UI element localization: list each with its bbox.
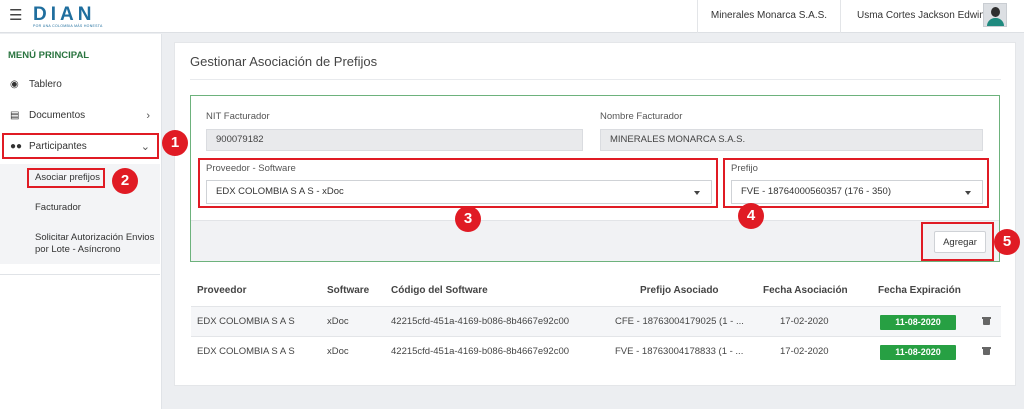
hamburger-menu-icon[interactable]: ☰ <box>9 8 22 24</box>
nit-field: 900079182 <box>206 129 583 151</box>
avatar[interactable] <box>983 3 1007 27</box>
annotation-box-prefijo <box>723 158 989 208</box>
nombre-field: MINERALES MONARCA S.A.S. <box>600 129 983 151</box>
cell-proveedor: EDX COLOMBIA S A S <box>197 346 295 357</box>
column-header-fecha-asociacion[interactable]: Fecha Asociación <box>763 276 848 306</box>
nombre-label: Nombre Facturador <box>600 111 683 122</box>
column-header-software[interactable]: Software <box>327 276 369 306</box>
inbox-icon: ▤ <box>10 110 20 121</box>
sidebar-item-documentos[interactable]: ▤ Documentos › <box>0 104 160 128</box>
trash-icon[interactable] <box>982 347 991 355</box>
annotation-box-proveedor <box>198 158 718 208</box>
annotation-marker-4: 4 <box>738 203 764 229</box>
logo-text: DIAN <box>33 4 96 25</box>
column-header-fecha-expiracion[interactable]: Fecha Expiración <box>878 276 961 306</box>
trash-icon[interactable] <box>982 317 991 325</box>
cell-software: xDoc <box>327 346 349 357</box>
cell-codigo: 42215cfd-451a-4169-b086-8b4667e92c00 <box>391 316 570 327</box>
company-name[interactable]: Minerales Monarca S.A.S. <box>697 0 840 33</box>
column-header-prefijo[interactable]: Prefijo Asociado <box>640 276 719 306</box>
menu-title: MENÚ PRINCIPAL <box>8 50 90 61</box>
title-divider <box>190 79 1001 80</box>
top-bar: ☰ DIAN POR UNA COLOMBIA MÁS HONESTA Mine… <box>0 0 1024 33</box>
main-card: Gestionar Asociación de Prefijos NIT Fac… <box>174 42 1016 386</box>
cell-prefijo: CFE - 18763004179025 (1 - ... <box>615 316 744 327</box>
dashboard-icon: ◉ <box>10 79 19 90</box>
sidebar: MENÚ PRINCIPAL ◉ Tablero ▤ Documentos › … <box>0 34 162 409</box>
sidebar-subitem-facturador[interactable]: Facturador <box>35 202 81 214</box>
sidebar-item-label: Tablero <box>29 79 62 90</box>
column-header-codigo[interactable]: Código del Software <box>391 276 488 306</box>
logo-subtitle: POR UNA COLOMBIA MÁS HONESTA <box>33 24 103 28</box>
cell-prefijo: FVE - 18763004178833 (1 - ... <box>615 346 744 357</box>
page-title: Gestionar Asociación de Prefijos <box>190 54 378 69</box>
annotation-box-asociar-prefijos <box>27 168 105 188</box>
user-name: Usma Cortes Jackson Edwin <box>857 10 985 21</box>
table-row: EDX COLOMBIA S A S xDoc 42215cfd-451a-41… <box>191 336 1001 366</box>
cell-software: xDoc <box>327 316 349 327</box>
avatar-body-shape <box>987 18 1004 26</box>
cell-proveedor: EDX COLOMBIA S A S <box>197 316 295 327</box>
annotation-box-participantes <box>2 133 159 159</box>
nit-label: NIT Facturador <box>206 111 270 122</box>
expiration-badge: 11-08-2020 <box>880 315 956 330</box>
cell-fecha-asociacion: 17-02-2020 <box>780 316 829 327</box>
annotation-marker-5: 5 <box>994 229 1020 255</box>
expiration-badge: 11-08-2020 <box>880 345 956 360</box>
cell-fecha-asociacion: 17-02-2020 <box>780 346 829 357</box>
column-header-proveedor[interactable]: Proveedor <box>197 276 246 306</box>
annotation-marker-2: 2 <box>112 168 138 194</box>
table-row: EDX COLOMBIA S A S xDoc 42215cfd-451a-41… <box>191 306 1001 336</box>
sidebar-subitem-solicitar-autorizacion[interactable]: Solicitar Autorización Envios por Lote -… <box>35 232 157 256</box>
annotation-marker-1: 1 <box>162 130 188 156</box>
dian-logo[interactable]: DIAN POR UNA COLOMBIA MÁS HONESTA <box>33 4 113 28</box>
user-menu[interactable]: Usma Cortes Jackson Edwin <box>840 0 1024 33</box>
cell-codigo: 42215cfd-451a-4169-b086-8b4667e92c00 <box>391 346 570 357</box>
sidebar-divider <box>0 274 160 275</box>
form-footer <box>191 220 999 261</box>
annotation-marker-3: 3 <box>455 206 481 232</box>
chevron-right-icon: › <box>146 110 150 122</box>
sidebar-item-tablero[interactable]: ◉ Tablero <box>0 73 160 97</box>
sidebar-item-label: Documentos <box>29 110 86 121</box>
avatar-head-shape <box>991 7 1000 17</box>
annotation-box-agregar <box>921 222 994 261</box>
